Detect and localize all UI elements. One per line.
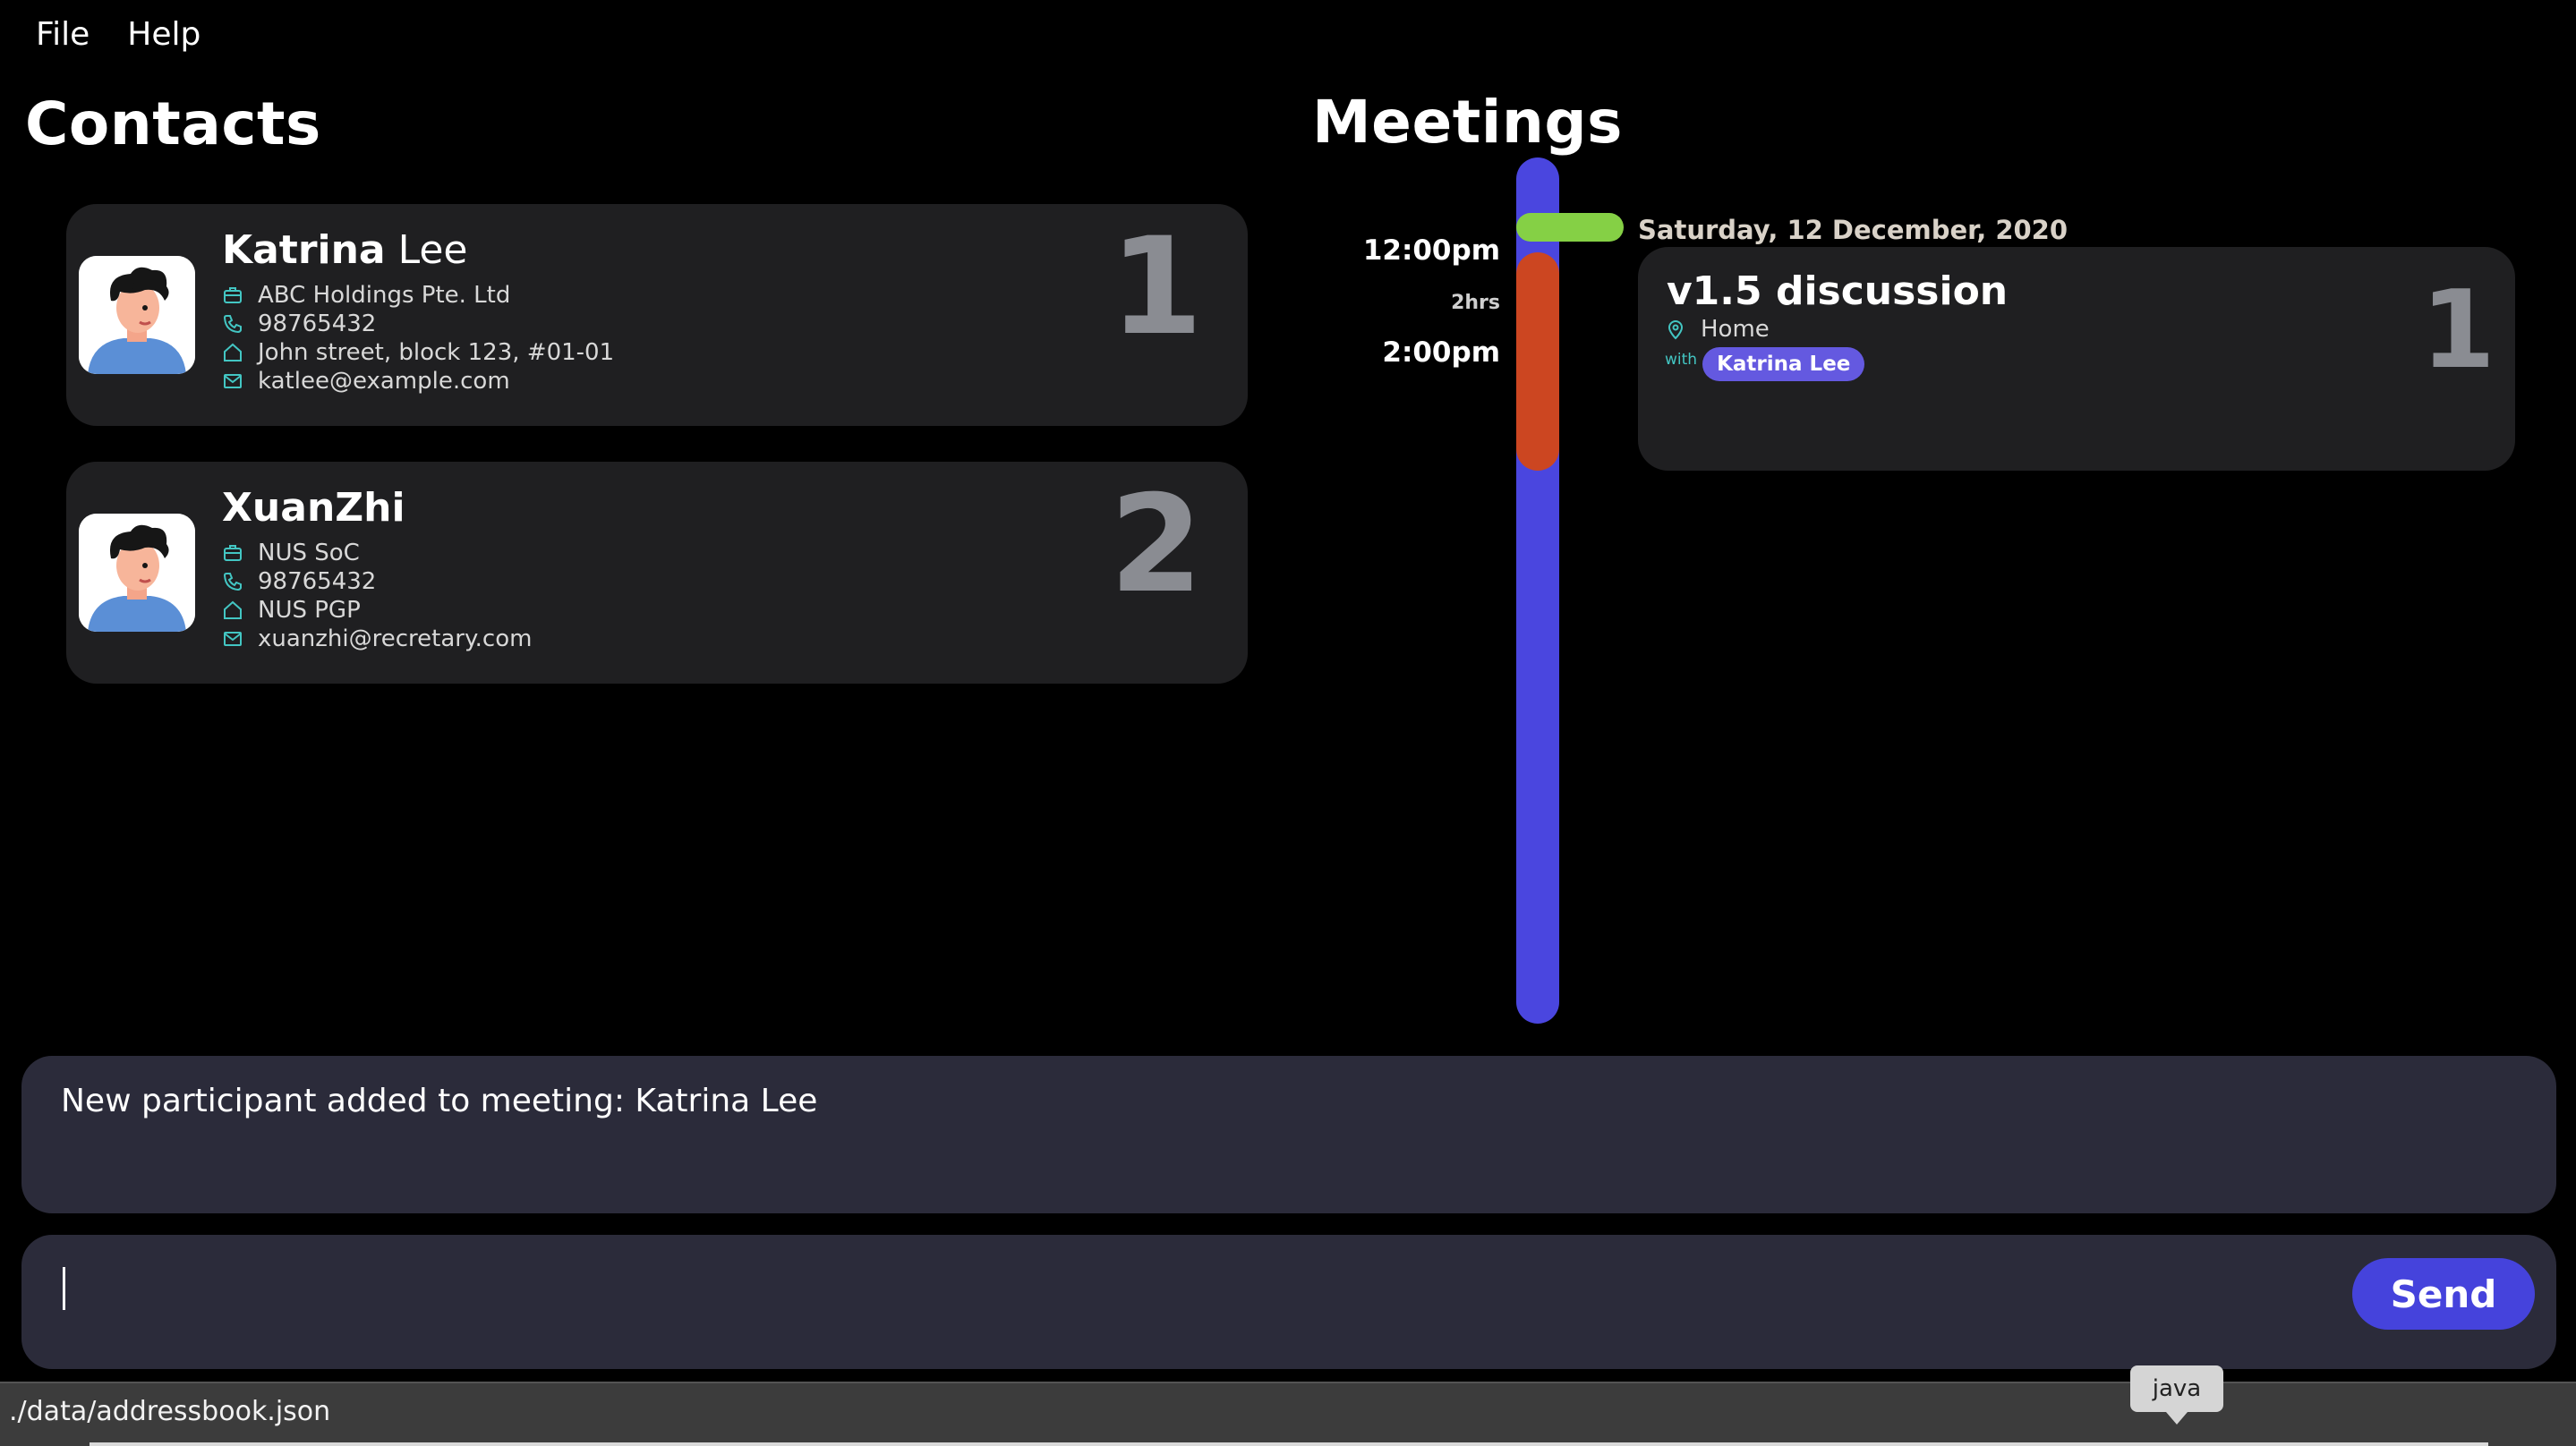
status-file-path: ./data/addressbook.json	[9, 1396, 331, 1427]
text-caret	[63, 1267, 65, 1310]
contact-email: xuanzhi@recretary.com	[258, 625, 533, 652]
menu-bar: File Help	[0, 0, 202, 68]
briefcase-icon	[222, 281, 258, 310]
send-button[interactable]: Send	[2352, 1258, 2535, 1330]
meetings-heading: Meetings	[1312, 88, 1623, 157]
contact-phone-row: 98765432	[222, 567, 532, 596]
location-pin-icon	[1665, 315, 1701, 344]
contact-address-row: NUS PGP	[222, 596, 532, 625]
time-start-label: 12:00pm	[1362, 234, 1500, 267]
contact-phone-row: 98765432	[222, 310, 614, 338]
contact-email-row: katlee@example.com	[222, 367, 614, 396]
menu-help[interactable]: Help	[127, 16, 200, 53]
meeting-location: Home	[1665, 315, 1770, 344]
tooltip: java	[2130, 1365, 2223, 1425]
command-input[interactable]	[57, 1263, 2370, 1342]
meeting-date-heading: Saturday, 12 December, 2020	[1638, 215, 2068, 245]
time-end-label: 2:00pm	[1382, 336, 1500, 369]
home-icon	[222, 338, 258, 367]
meeting-participants: with Katrina Lee	[1665, 347, 1865, 381]
contact-name: Katrina Lee	[222, 227, 468, 273]
contact-email-row: xuanzhi@recretary.com	[222, 625, 532, 653]
contact-card[interactable]: Katrina Lee ABC Holdings Pte. Ltd 987654…	[66, 204, 1248, 426]
menu-file[interactable]: File	[36, 16, 90, 53]
meeting-card[interactable]: v1.5 discussion Home with Katrina Lee 1	[1638, 247, 2515, 471]
avatar-icon	[79, 514, 195, 632]
contact-name: XuanZhi	[222, 485, 405, 531]
participant-tag[interactable]: Katrina Lee	[1702, 347, 1865, 381]
contact-first-name: Katrina	[222, 227, 386, 273]
email-icon	[222, 367, 258, 396]
contact-company-row: ABC Holdings Pte. Ltd	[222, 281, 614, 310]
contact-card[interactable]: XuanZhi NUS SoC 98765432 NUS PGP xuanzhi…	[66, 462, 1248, 684]
contact-fields: NUS SoC 98765432 NUS PGP xuanzhi@recreta…	[222, 539, 532, 653]
command-box: Send	[21, 1235, 2556, 1369]
briefcase-icon	[222, 539, 258, 567]
meeting-title: v1.5 discussion	[1667, 268, 2009, 314]
contact-company: NUS SoC	[258, 540, 360, 566]
contacts-heading: Contacts	[25, 89, 321, 158]
with-label: with	[1665, 351, 1698, 369]
contact-phone: 98765432	[258, 568, 377, 595]
contact-address: John street, block 123, #01-01	[258, 339, 615, 366]
contact-phone: 98765432	[258, 310, 377, 337]
contact-company: ABC Holdings Pte. Ltd	[258, 282, 511, 309]
meeting-location-text: Home	[1701, 316, 1770, 343]
email-icon	[222, 625, 258, 653]
avatar-icon	[79, 256, 195, 374]
contact-last-name: Lee	[397, 227, 468, 273]
result-text: New participant added to meeting: Katrin…	[61, 1083, 818, 1119]
home-icon	[222, 596, 258, 625]
status-strip	[90, 1442, 2488, 1446]
result-display: New participant added to meeting: Katrin…	[21, 1056, 2556, 1213]
contact-index: 1	[1109, 209, 1203, 365]
timeline-meeting-block[interactable]	[1516, 252, 1559, 471]
contact-company-row: NUS SoC	[222, 539, 532, 567]
contact-fields: ABC Holdings Pte. Ltd 98765432 John stre…	[222, 281, 614, 396]
phone-icon	[222, 310, 258, 338]
contact-index: 2	[1109, 467, 1203, 623]
contact-address: NUS PGP	[258, 597, 361, 624]
contact-address-row: John street, block 123, #01-01	[222, 338, 614, 367]
time-duration-label: 2hrs	[1451, 292, 1500, 314]
app-window: File Help Contacts Meetings Katrina Lee	[0, 0, 2576, 1446]
timeline-day-marker	[1516, 213, 1624, 242]
contact-first-name: XuanZhi	[222, 485, 405, 531]
contact-email: katlee@example.com	[258, 368, 510, 395]
meeting-index: 1	[2420, 268, 2496, 393]
phone-icon	[222, 567, 258, 596]
